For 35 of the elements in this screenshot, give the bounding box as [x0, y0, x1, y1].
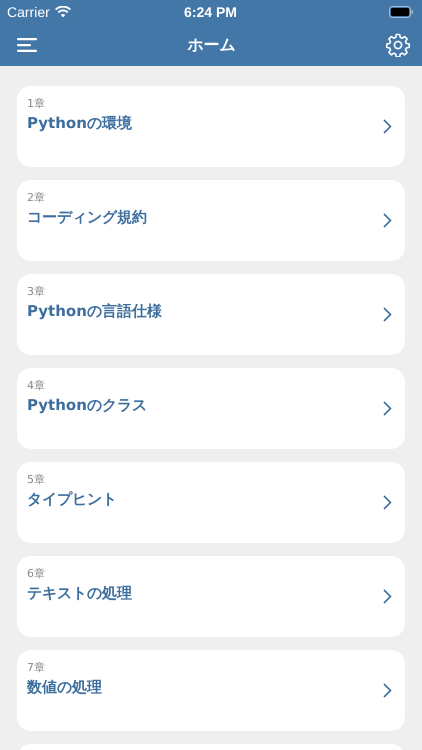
- chevron-icon: [383, 495, 392, 510]
- battery-icon: [388, 6, 414, 18]
- chapter-card[interactable]: 4章 Pythonのクラス: [17, 368, 405, 449]
- chapter-title: テキストの処理: [27, 584, 132, 603]
- wifi-icon: [54, 6, 71, 18]
- clock-label: 6:24 PM: [184, 4, 237, 20]
- chapter-title: Pythonのクラス: [27, 396, 147, 415]
- chapter-number: 6章: [27, 566, 46, 581]
- screen-title: ホーム: [188, 34, 236, 56]
- chapter-card[interactable]: 7章 数値の処理: [17, 650, 405, 731]
- chevron-icon: [383, 307, 392, 322]
- chapter-title: Pythonの言語仕様: [27, 302, 162, 321]
- chapter-card[interactable]: 1章 Pythonの環境: [17, 86, 405, 167]
- chapter-card[interactable]: 2章 コーディング規約: [17, 180, 405, 261]
- chapter-card[interactable]: 6章 テキストの処理: [17, 556, 405, 637]
- chapter-card[interactable]: 5章 タイプヒント: [17, 462, 405, 543]
- chapter-title: コーディング規約: [27, 208, 147, 227]
- chapter-number: 5章: [27, 472, 46, 487]
- settings-icon[interactable]: [386, 33, 410, 57]
- chapter-title: Pythonの環境: [27, 114, 132, 133]
- chevron-icon: [383, 683, 392, 698]
- chapter-card[interactable]: 3章 Pythonの言語仕様: [17, 274, 405, 355]
- carrier-label: Carrier: [7, 4, 50, 20]
- chapter-number: 2章: [27, 190, 46, 205]
- chevron-icon: [383, 213, 392, 228]
- chapter-number: 7章: [27, 660, 46, 675]
- chapter-title: 数値の処理: [27, 678, 102, 697]
- chevron-icon: [383, 589, 392, 604]
- chapter-title: タイプヒント: [27, 490, 117, 509]
- chapter-number: 1章: [27, 96, 46, 111]
- chapter-number: 4章: [27, 378, 46, 393]
- chevron-icon: [383, 119, 392, 134]
- chevron-icon: [383, 401, 392, 416]
- menu-icon[interactable]: [17, 38, 37, 52]
- chapter-number: 3章: [27, 284, 46, 299]
